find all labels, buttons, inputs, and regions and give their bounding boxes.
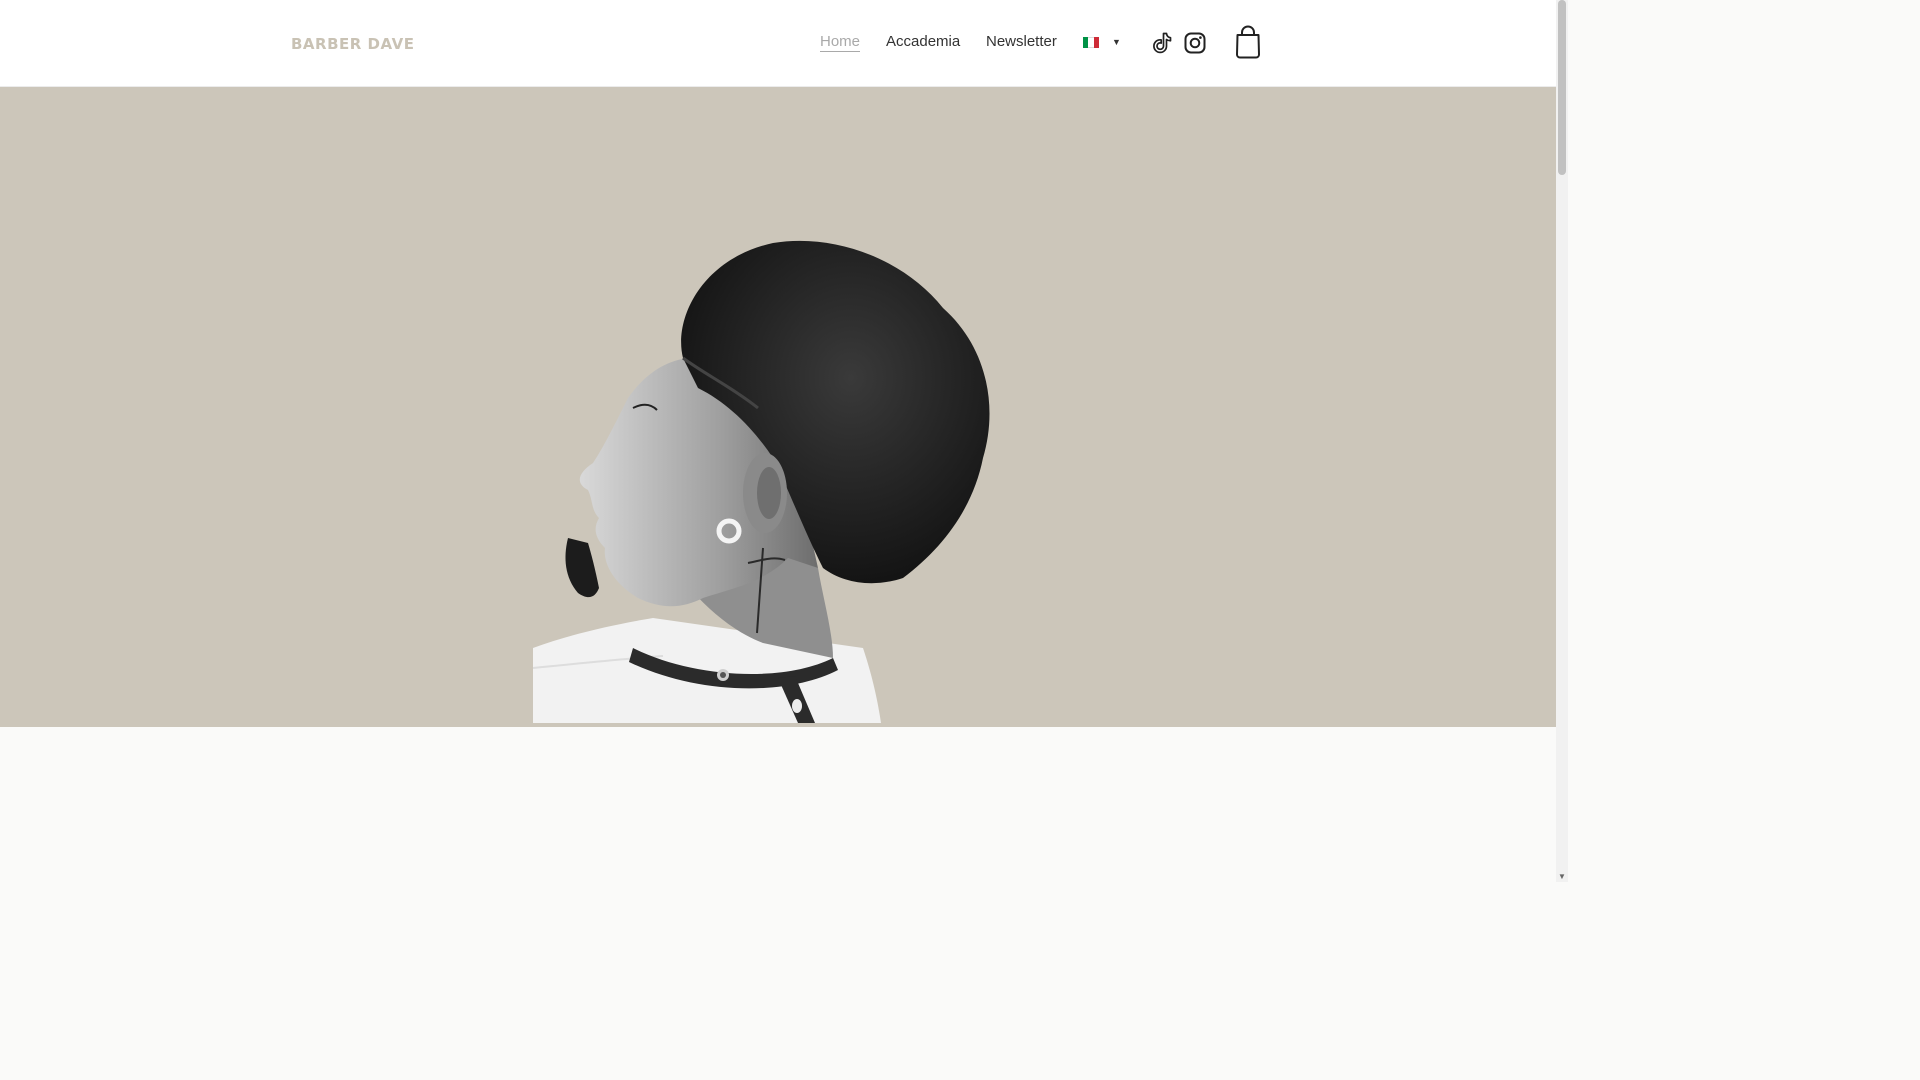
- language-selector[interactable]: ▼: [1083, 36, 1123, 50]
- vertical-scrollbar[interactable]: ▼: [1556, 0, 1568, 882]
- scroll-down-arrow-icon[interactable]: ▼: [1558, 872, 1566, 881]
- site-header: BARBER DAVE Home Accademia Newsletter ▼: [0, 0, 1556, 87]
- nav-accademia[interactable]: Accademia: [886, 33, 960, 50]
- shopping-bag-icon[interactable]: [1234, 25, 1262, 59]
- tiktok-icon[interactable]: [1150, 31, 1174, 55]
- content-area: [0, 727, 1556, 882]
- chevron-down-icon: ▼: [1112, 37, 1121, 47]
- scroll-thumb[interactable]: [1558, 0, 1566, 175]
- barber-profile-portrait: [533, 240, 990, 723]
- instagram-icon[interactable]: [1183, 31, 1207, 55]
- italy-flag-icon: [1083, 37, 1099, 48]
- nav-home[interactable]: Home: [820, 33, 861, 52]
- logo[interactable]: BARBER DAVE: [291, 35, 414, 53]
- hero-banner: [0, 87, 1556, 727]
- page: BARBER DAVE Home Accademia Newsletter ▼: [0, 0, 1556, 882]
- nav-newsletter[interactable]: Newsletter: [986, 33, 1057, 50]
